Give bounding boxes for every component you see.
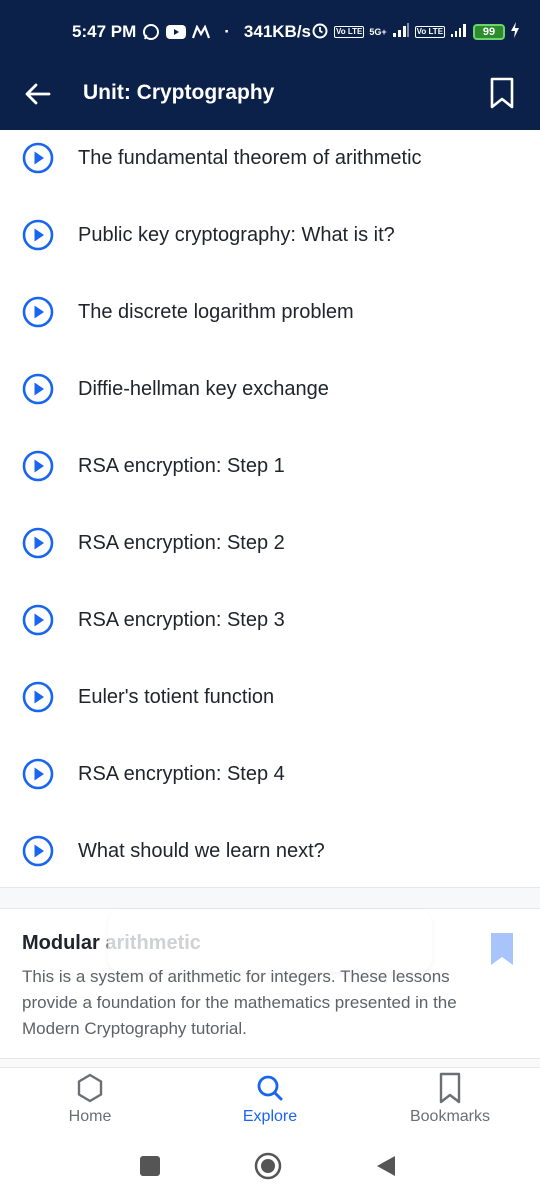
arrow-left-icon [25,83,51,105]
hexagon-icon [77,1073,103,1103]
circle-icon [254,1152,282,1180]
play-circle-icon [22,219,54,251]
play-circle-icon [22,373,54,405]
signal-icon-2 [450,22,468,43]
play-circle-icon [22,835,54,867]
app-m-icon [192,25,211,39]
bookmark-unit-button[interactable] [486,74,518,112]
bottom-nav: Home Explore Bookmarks [0,1068,540,1140]
search-icon [257,1075,283,1101]
unit-description: This is a system of arithmetic for integ… [22,967,457,1038]
play-circle-icon [22,142,54,174]
play-circle-icon [22,296,54,328]
status-bar: 5:47 PM · 341KB/s Vo LTE 5G+ Vo LTE 99 [0,0,540,64]
play-circle-icon [22,604,54,636]
lesson-item[interactable]: The fundamental theorem of arithmetic [0,130,540,186]
lesson-label: The discrete logarithm problem [78,300,354,323]
play-circle-icon [22,527,54,559]
tab-bookmarks[interactable]: Bookmarks [360,1068,540,1140]
card-divider [0,1058,540,1068]
toast-overlay [108,910,432,972]
section-divider [0,887,540,909]
whatsapp-icon [142,23,160,41]
system-nav [0,1140,540,1200]
lesson-item[interactable]: Diffie-hellman key exchange [0,361,540,417]
lesson-label: Diffie-hellman key exchange [78,377,329,400]
lesson-label: RSA encryption: Step 4 [78,762,285,785]
lesson-label: RSA encryption: Step 2 [78,531,285,554]
tab-home-label: Home [68,1108,112,1125]
bookmark-filled-icon[interactable] [490,932,514,966]
play-circle-icon [22,450,54,482]
signal-icon [392,22,410,43]
lesson-item[interactable]: RSA encryption: Step 1 [0,438,540,494]
lesson-label: Public key cryptography: What is it? [78,223,395,246]
tab-home[interactable]: Home [0,1068,180,1140]
page-title: Unit: Cryptography [83,81,275,104]
triangle-back-icon [377,1156,395,1176]
unit-title-main: Modular [22,932,100,954]
network-type: 5G+ [369,27,387,37]
charging-icon [510,21,520,43]
youtube-icon [166,24,187,40]
lesson-item[interactable]: What should we learn next? [0,823,540,879]
play-circle-icon [22,758,54,790]
tab-explore[interactable]: Explore [180,1068,360,1140]
bookmark-icon [439,1072,461,1104]
recent-apps-button[interactable] [136,1152,164,1180]
lesson-item[interactable]: RSA encryption: Step 3 [0,592,540,648]
app-bar: Unit: Cryptography [0,64,540,130]
back-button[interactable] [22,78,54,110]
lesson-label: RSA encryption: Step 3 [78,608,285,631]
lesson-label: Euler's totient function [78,685,275,708]
status-time: 5:47 PM [72,22,137,41]
lesson-item[interactable]: Public key cryptography: What is it? [0,207,540,263]
lesson-label: The fundamental theorem of arithmetic [78,146,422,169]
lesson-label: What should we learn next? [78,839,325,862]
dot-icon: · [224,22,230,41]
bookmark-outline-icon [490,77,514,109]
back-system-button[interactable] [372,1152,400,1180]
lesson-item[interactable]: Euler's totient function [0,669,540,725]
play-circle-icon [22,681,54,713]
volte-badge: Vo LTE [334,26,365,38]
volte-badge-2: Vo LTE [414,26,446,38]
lesson-item[interactable]: RSA encryption: Step 4 [0,746,540,802]
alarm-icon [311,21,329,44]
next-unit-card[interactable]: Modular arithmetic This is a system of a… [0,910,540,1058]
square-icon [140,1156,160,1176]
lesson-item[interactable]: The discrete logarithm problem [0,284,540,340]
home-button[interactable] [254,1152,282,1180]
tab-bookmarks-label: Bookmarks [409,1108,491,1125]
lesson-item[interactable]: RSA encryption: Step 2 [0,515,540,571]
tab-explore-label: Explore [242,1108,298,1125]
battery-icon: 99 [473,24,506,40]
status-speed: 341KB/s [243,22,312,41]
lesson-label: RSA encryption: Step 1 [78,454,285,477]
